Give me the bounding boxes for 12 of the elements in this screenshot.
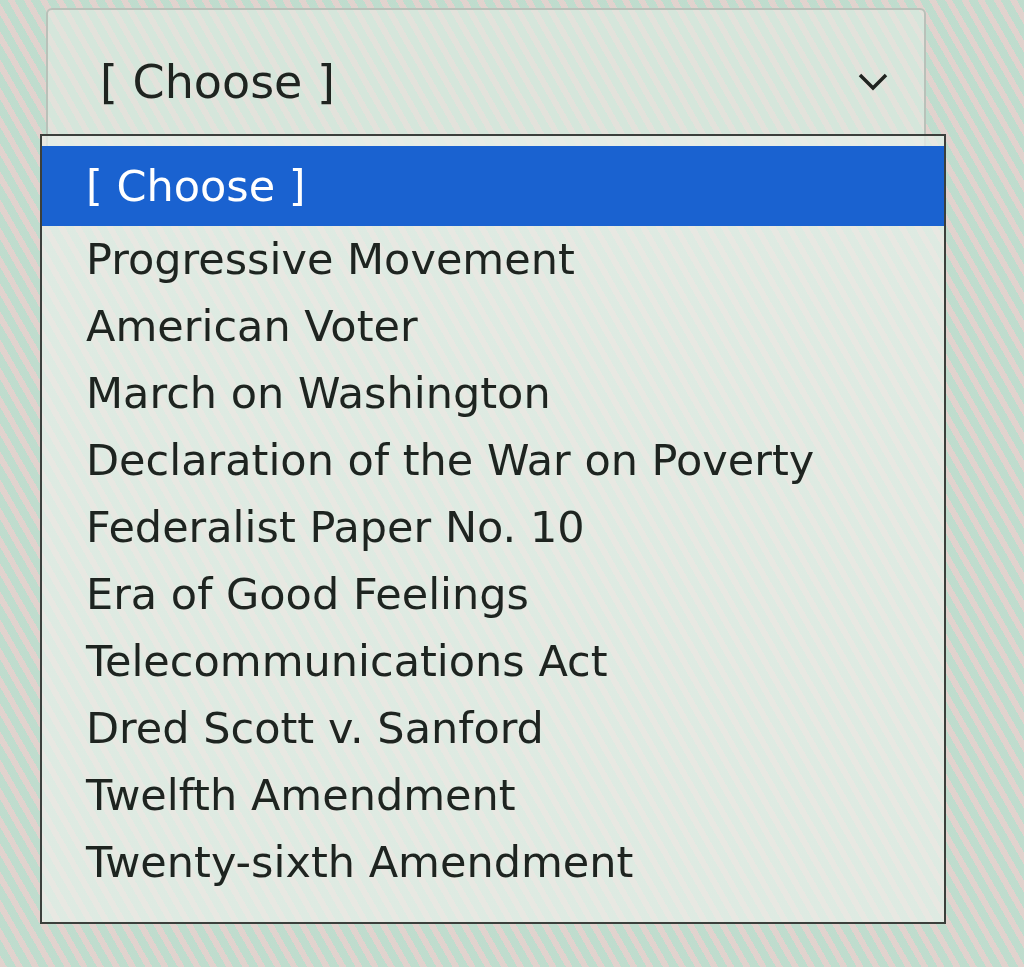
chevron-down-icon bbox=[858, 73, 888, 91]
dropdown-option[interactable]: American Voter bbox=[42, 293, 944, 360]
dropdown-option[interactable]: [ Choose ] bbox=[42, 146, 944, 226]
dropdown-option[interactable]: Twelfth Amendment bbox=[42, 762, 944, 829]
dropdown-option[interactable]: Progressive Movement bbox=[42, 226, 944, 293]
dropdown-option[interactable]: March on Washington bbox=[42, 360, 944, 427]
dropdown-option[interactable]: Declaration of the War on Poverty bbox=[42, 427, 944, 494]
dropdown-option[interactable]: Era of Good Feelings bbox=[42, 561, 944, 628]
dropdown-option[interactable]: Dred Scott v. Sanford bbox=[42, 695, 944, 762]
dropdown-option[interactable]: Telecommunications Act bbox=[42, 628, 944, 695]
dropdown-option[interactable]: Twenty-sixth Amendment bbox=[42, 829, 944, 896]
dropdown-option[interactable]: Federalist Paper No. 10 bbox=[42, 494, 944, 561]
